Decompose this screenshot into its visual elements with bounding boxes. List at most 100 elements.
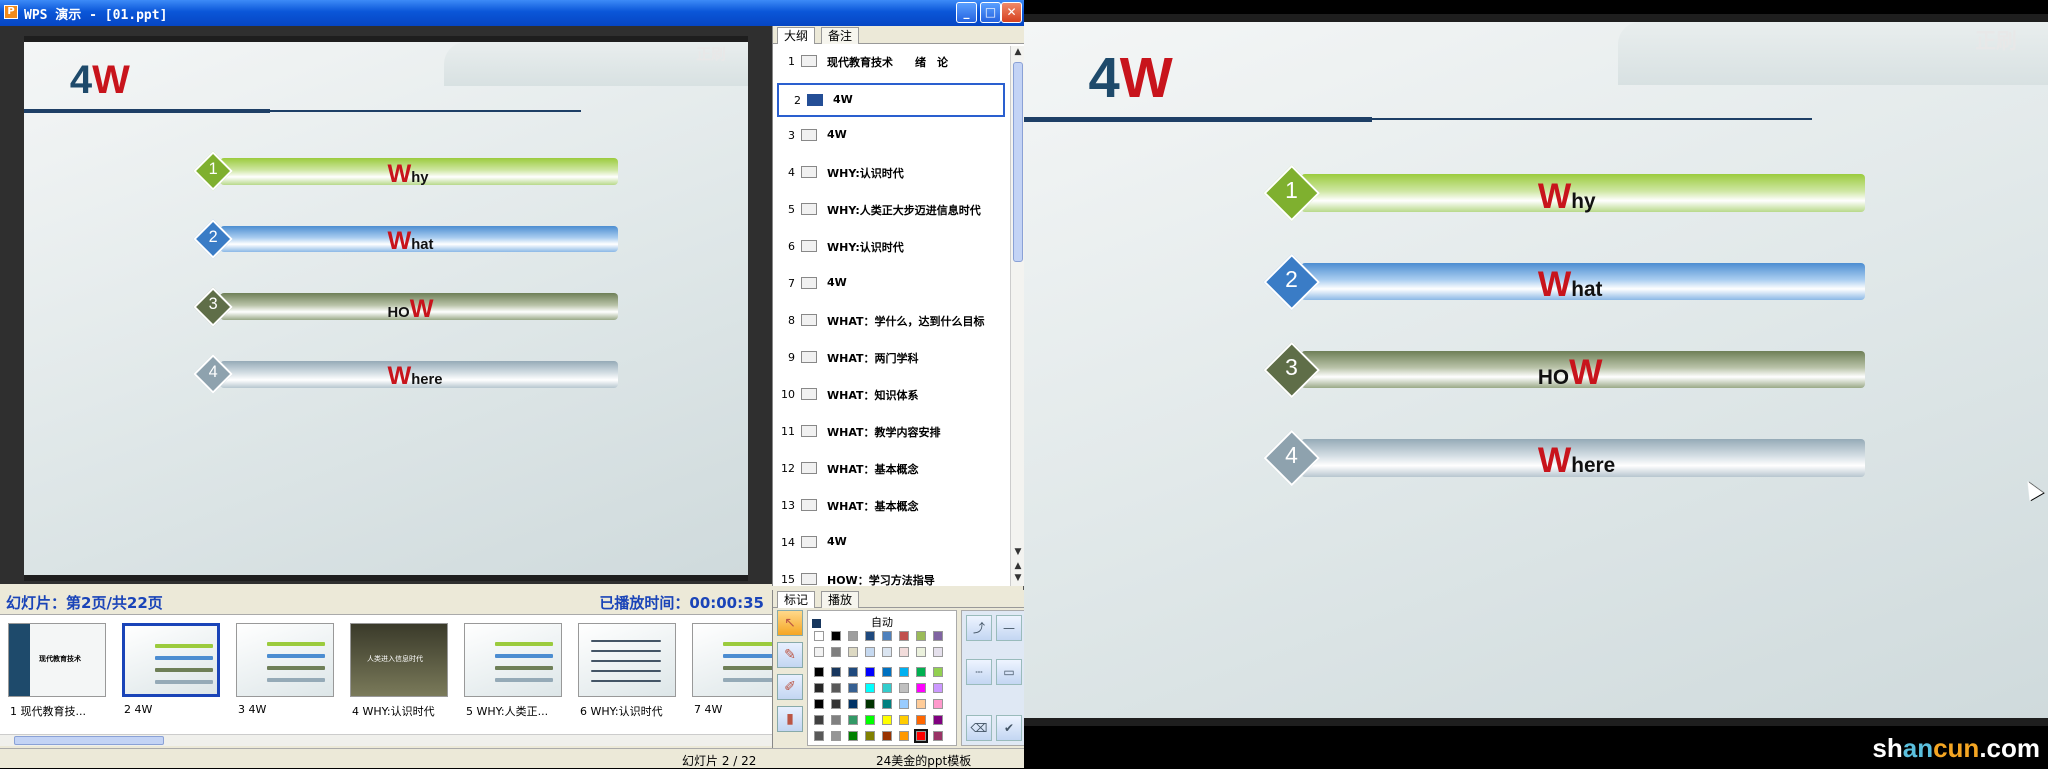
color-swatch[interactable]: [814, 647, 824, 657]
color-swatch[interactable]: [865, 731, 875, 741]
color-swatch[interactable]: [899, 699, 909, 709]
color-swatch[interactable]: [899, 667, 909, 677]
outline-row[interactable]: 1 现代教育技术 绪 论: [773, 46, 1009, 80]
color-swatch[interactable]: [916, 647, 926, 657]
outline-row[interactable]: 7 4W: [773, 268, 1009, 302]
outline-row[interactable]: 6 WHY:认识时代: [773, 231, 1009, 265]
scrollbar-thumb[interactable]: [1013, 62, 1023, 262]
color-swatch[interactable]: [882, 715, 892, 725]
color-swatch[interactable]: [882, 699, 892, 709]
outline-row[interactable]: 5 WHY:人类正大步迈进信息时代: [773, 194, 1009, 228]
clear-ink-icon[interactable]: ✔: [996, 715, 1022, 741]
tab-notes[interactable]: 备注: [821, 27, 860, 44]
outline-row[interactable]: 13 WHAT：基本概念: [773, 490, 1009, 524]
scrollbar-thumb[interactable]: [14, 736, 164, 745]
color-swatch[interactable]: [933, 699, 943, 709]
color-swatch[interactable]: [865, 683, 875, 693]
outline-row[interactable]: 3 4W: [773, 120, 1009, 154]
color-swatch[interactable]: [814, 631, 824, 641]
color-swatch[interactable]: [865, 631, 875, 641]
slide-thumbnail[interactable]: 人类进入信息时代 4 WHY:认识时代: [346, 621, 456, 725]
outline-scrollbar[interactable]: ▲ ▼ ▲ ▼: [1010, 46, 1024, 586]
color-swatch[interactable]: [831, 647, 841, 657]
color-swatch[interactable]: [933, 647, 943, 657]
color-swatch[interactable]: [865, 647, 875, 657]
tab-outline[interactable]: 大纲: [777, 27, 816, 44]
color-swatch[interactable]: [814, 731, 824, 741]
color-swatch[interactable]: [848, 647, 858, 657]
thumbnail-scrollbar[interactable]: [0, 734, 772, 746]
outline-row[interactable]: 11 WHAT：教学内容安排: [773, 416, 1009, 450]
color-swatch[interactable]: [848, 699, 858, 709]
color-swatch[interactable]: [933, 715, 943, 725]
rectangle-shape-icon[interactable]: ▭: [996, 659, 1022, 685]
color-swatch[interactable]: [831, 715, 841, 725]
maximize-button[interactable]: □: [980, 2, 1001, 23]
color-swatch[interactable]: [899, 715, 909, 725]
outline-row[interactable]: 2 4W: [777, 83, 1005, 117]
felt-pen-icon[interactable]: ✐: [777, 674, 803, 700]
outline-row[interactable]: 9 WHAT：两门学科: [773, 342, 1009, 376]
close-button[interactable]: ✕: [1001, 2, 1022, 23]
tab-markup[interactable]: 标记: [777, 591, 816, 608]
color-swatch[interactable]: [933, 731, 943, 741]
color-swatch[interactable]: [914, 729, 928, 743]
color-swatch[interactable]: [882, 631, 892, 641]
freeform-shape-icon[interactable]: ⤴: [966, 615, 992, 641]
color-swatch[interactable]: [831, 631, 841, 641]
color-swatch[interactable]: [814, 715, 824, 725]
color-swatch[interactable]: [814, 699, 824, 709]
color-swatch[interactable]: [848, 683, 858, 693]
pointer-arrow-icon[interactable]: ↖: [777, 610, 803, 636]
outline-row[interactable]: 14 4W: [773, 527, 1009, 561]
color-swatch[interactable]: [933, 667, 943, 677]
color-swatch[interactable]: [916, 699, 926, 709]
color-swatch[interactable]: [899, 631, 909, 641]
outline-row[interactable]: 15 HOW：学习方法指导: [773, 564, 1009, 586]
color-swatch[interactable]: [899, 683, 909, 693]
outline-row[interactable]: 4 WHY:认识时代: [773, 157, 1009, 191]
color-swatch[interactable]: [831, 699, 841, 709]
color-swatch[interactable]: [882, 647, 892, 657]
color-swatch[interactable]: [848, 715, 858, 725]
slide-thumbnail[interactable]: 6 WHY:认识时代: [574, 621, 684, 725]
color-swatch[interactable]: [933, 631, 943, 641]
color-swatch[interactable]: [916, 715, 926, 725]
highlighter-icon[interactable]: ▮: [777, 706, 803, 732]
dashed-line-icon[interactable]: ┄: [966, 659, 992, 685]
slide-thumbnail[interactable]: 现代教育技术 1 现代教育技...: [4, 621, 114, 725]
fullscreen-slide-view[interactable]: 正刷 4W 1 Why 2 What 3 HOW 4 Where shancun.com: [1024, 0, 2048, 768]
color-swatch[interactable]: [848, 667, 858, 677]
next-page-icon[interactable]: ▼: [1012, 572, 1024, 584]
prev-page-icon[interactable]: ▲: [1012, 560, 1024, 572]
scroll-up-arrow-icon[interactable]: ▲: [1012, 46, 1024, 58]
color-swatch[interactable]: [848, 731, 858, 741]
color-swatch[interactable]: [865, 667, 875, 677]
color-swatch[interactable]: [814, 667, 824, 677]
color-swatch[interactable]: [831, 731, 841, 741]
outline-row[interactable]: 10 WHAT：知识体系: [773, 379, 1009, 413]
color-swatch[interactable]: [865, 715, 875, 725]
color-swatch[interactable]: [831, 683, 841, 693]
auto-color-option[interactable]: 自动: [812, 614, 893, 630]
tab-playback[interactable]: 播放: [821, 591, 860, 608]
color-swatch[interactable]: [899, 647, 909, 657]
color-swatch[interactable]: [814, 683, 824, 693]
color-swatch[interactable]: [882, 731, 892, 741]
outline-row[interactable]: 12 WHAT：基本概念: [773, 453, 1009, 487]
color-swatch[interactable]: [882, 667, 892, 677]
ballpoint-pen-icon[interactable]: ✎: [777, 642, 803, 668]
color-swatch[interactable]: [933, 683, 943, 693]
slide-thumbnail[interactable]: 7 4W: [688, 621, 772, 725]
slide-preview[interactable]: 正刷 4W 1 Why 2 What 3 HOW 4 Where: [24, 36, 748, 581]
color-swatch[interactable]: [916, 631, 926, 641]
slide-thumbnail[interactable]: 5 WHY:人类正...: [460, 621, 570, 725]
outline-row[interactable]: 8 WHAT：学什么，达到什么目标: [773, 305, 1009, 339]
fullscreen-slide[interactable]: 正刷 4W 1 Why 2 What 3 HOW 4 Where: [1024, 14, 2048, 726]
eraser-icon[interactable]: ⌫: [966, 715, 992, 741]
slide-thumbnail[interactable]: 2 4W: [118, 621, 228, 725]
color-swatch[interactable]: [916, 683, 926, 693]
slide-thumbnail[interactable]: 3 4W: [232, 621, 342, 725]
color-swatch[interactable]: [831, 667, 841, 677]
color-swatch[interactable]: [865, 699, 875, 709]
